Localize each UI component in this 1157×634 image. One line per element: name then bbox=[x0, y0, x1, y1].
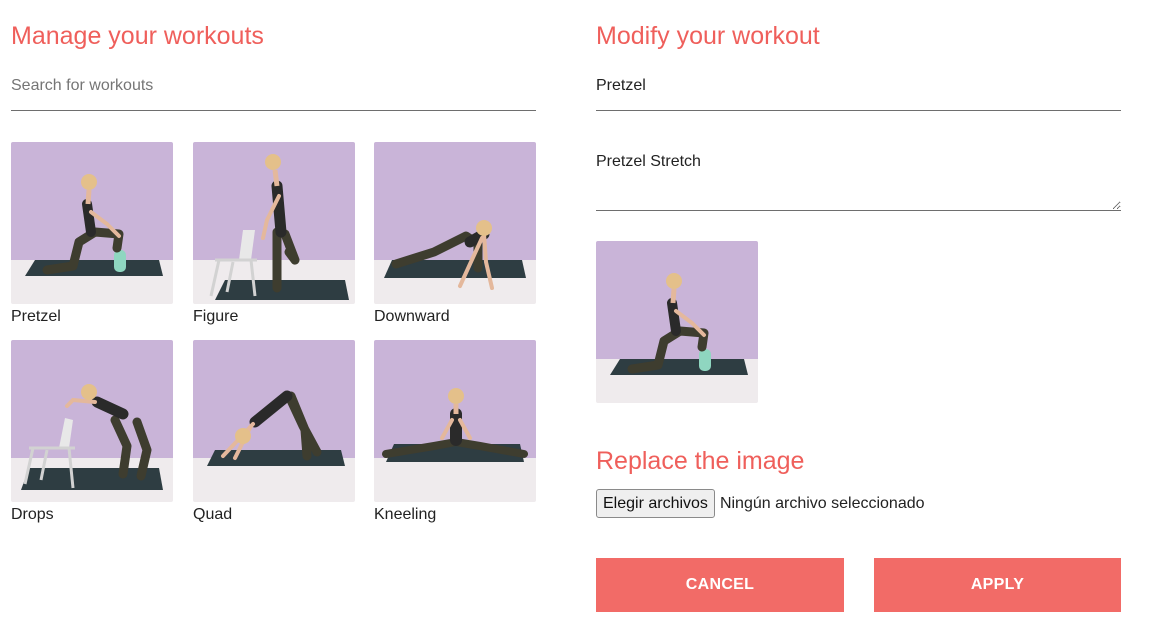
workout-description-textarea[interactable]: Pretzel Stretch bbox=[596, 150, 1121, 211]
workout-preview-image bbox=[596, 241, 758, 403]
file-picker: Elegir archivos Ningún archivo seleccion… bbox=[596, 489, 925, 518]
workout-card-quad[interactable]: Quad bbox=[193, 340, 355, 525]
workout-label: Pretzel bbox=[11, 308, 61, 325]
file-status-text: Ningún archivo seleccionado bbox=[719, 494, 925, 512]
workout-label: Kneeling bbox=[374, 506, 437, 523]
workout-card-drops[interactable]: Drops bbox=[11, 340, 173, 525]
workout-label: Downward bbox=[374, 308, 450, 325]
workout-name-input[interactable] bbox=[596, 69, 1121, 111]
workout-card-kneeling[interactable]: Kneeling bbox=[374, 340, 536, 525]
workout-image-drops bbox=[11, 340, 173, 502]
modify-workout-title: Modify your workout bbox=[596, 22, 820, 50]
choose-files-button[interactable]: Elegir archivos bbox=[596, 489, 715, 518]
search-input[interactable] bbox=[11, 69, 536, 111]
workout-card-downward[interactable]: Downward bbox=[374, 142, 536, 327]
workout-image-figure bbox=[193, 142, 355, 304]
apply-button[interactable]: APPLY bbox=[874, 558, 1121, 612]
workout-card-figure[interactable]: Figure bbox=[193, 142, 355, 327]
workout-image-quad bbox=[193, 340, 355, 502]
workout-card-pretzel[interactable]: Pretzel bbox=[11, 142, 173, 327]
cancel-button[interactable]: CANCEL bbox=[596, 558, 844, 612]
manage-workouts-title: Manage your workouts bbox=[11, 22, 264, 50]
workout-image-kneeling bbox=[374, 340, 536, 502]
workout-image-downward bbox=[374, 142, 536, 304]
workout-label: Drops bbox=[11, 506, 54, 523]
workout-label: Figure bbox=[193, 308, 239, 325]
replace-image-title: Replace the image bbox=[596, 447, 805, 475]
workout-image-pretzel bbox=[11, 142, 173, 304]
workout-label: Quad bbox=[193, 506, 233, 523]
